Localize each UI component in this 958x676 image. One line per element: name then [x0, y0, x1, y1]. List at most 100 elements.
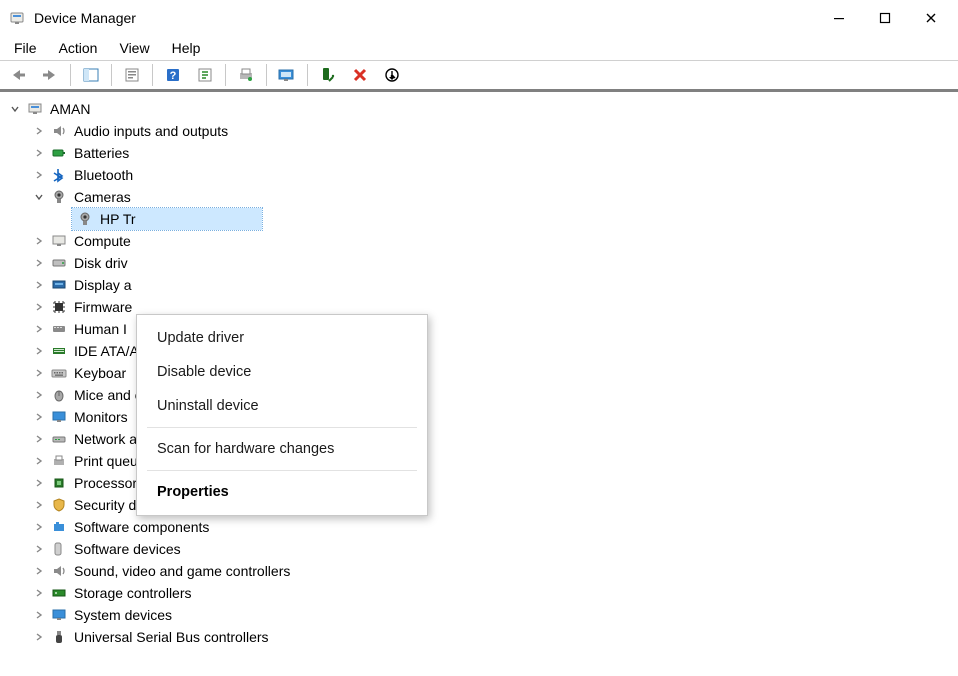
context-menu-properties[interactable]: Properties: [137, 475, 427, 509]
tree-root[interactable]: AMAN: [8, 98, 954, 120]
tree-node-swdev[interactable]: Software devices: [8, 538, 954, 560]
menu-help[interactable]: Help: [162, 38, 211, 58]
svg-text:?: ?: [170, 70, 177, 82]
network-icon: [50, 430, 68, 448]
chevron-right-icon[interactable]: [32, 146, 46, 160]
tree-node-label: Disk driv: [74, 252, 128, 274]
chevron-right-icon[interactable]: [32, 322, 46, 336]
tree-node-audio[interactable]: Audio inputs and outputs: [8, 120, 954, 142]
chevron-down-icon[interactable]: [8, 102, 22, 116]
chevron-right-icon[interactable]: [32, 454, 46, 468]
chevron-right-icon[interactable]: [32, 388, 46, 402]
tree-node-label: Audio inputs and outputs: [74, 120, 228, 142]
chevron-right-icon[interactable]: [32, 168, 46, 182]
maximize-button[interactable]: [862, 2, 908, 34]
tree-node-bluetooth[interactable]: Bluetooth: [8, 164, 954, 186]
storage-icon: [50, 584, 68, 602]
minimize-button[interactable]: [816, 2, 862, 34]
tree-node-label: Compute: [74, 230, 131, 252]
chevron-right-icon[interactable]: [32, 300, 46, 314]
window-title: Device Manager: [34, 10, 136, 26]
component-icon: [50, 518, 68, 536]
chevron-right-icon[interactable]: [32, 124, 46, 138]
tree-node-label: Batteries: [74, 142, 129, 164]
computer-icon: [50, 232, 68, 250]
context-menu-scan-hardware[interactable]: Scan for hardware changes: [137, 432, 427, 466]
ide-icon: [50, 342, 68, 360]
context-menu-separator: [147, 427, 417, 428]
softdevice-icon: [50, 540, 68, 558]
menu-bar: File Action View Help: [0, 36, 958, 60]
show-hide-console-tree-icon[interactable]: [77, 63, 105, 87]
context-menu: Update driver Disable device Uninstall d…: [136, 314, 428, 516]
tree-node-computer[interactable]: Compute: [8, 230, 954, 252]
chevron-right-icon[interactable]: [32, 542, 46, 556]
tree-node-storage[interactable]: Storage controllers: [8, 582, 954, 604]
tree-node-hp-camera[interactable]: HP Tr: [8, 208, 954, 230]
tree-node-batteries[interactable]: Batteries: [8, 142, 954, 164]
scan-hardware-toolbar-icon[interactable]: [378, 63, 406, 87]
nav-forward-icon[interactable]: [36, 63, 64, 87]
chevron-right-icon[interactable]: [32, 564, 46, 578]
tree-node-cameras[interactable]: Cameras: [8, 186, 954, 208]
chevron-right-icon[interactable]: [32, 410, 46, 424]
chevron-down-icon[interactable]: [32, 190, 46, 204]
update-driver-toolbar-icon[interactable]: [273, 63, 301, 87]
cpu-icon: [50, 474, 68, 492]
tree-node-display[interactable]: Display a: [8, 274, 954, 296]
nav-back-icon[interactable]: [4, 63, 32, 87]
speaker-icon: [50, 122, 68, 140]
context-menu-separator: [147, 470, 417, 471]
toolbar: ?: [0, 60, 958, 90]
chevron-right-icon[interactable]: [32, 344, 46, 358]
context-menu-disable-device[interactable]: Disable device: [137, 355, 427, 389]
refresh-toolbar-icon[interactable]: [191, 63, 219, 87]
tree-node-label: Display a: [74, 274, 132, 296]
chevron-right-icon[interactable]: [32, 256, 46, 270]
context-menu-uninstall-device[interactable]: Uninstall device: [137, 389, 427, 423]
tree-node-label: Firmware: [74, 296, 132, 318]
mouse-icon: [50, 386, 68, 404]
tree-node-swcomp[interactable]: Software components: [8, 516, 954, 538]
tree-node-label: Bluetooth: [74, 164, 133, 186]
chevron-right-icon[interactable]: [32, 432, 46, 446]
system-icon: [50, 606, 68, 624]
tree-node-usb[interactable]: Universal Serial Bus controllers: [8, 626, 954, 648]
display-icon: [50, 276, 68, 294]
title-bar: Device Manager: [0, 0, 958, 36]
close-button[interactable]: [908, 2, 954, 34]
printer-icon: [50, 452, 68, 470]
print-toolbar-icon[interactable]: [232, 63, 260, 87]
tree-node-label: Universal Serial Bus controllers: [74, 626, 269, 648]
chevron-right-icon[interactable]: [32, 608, 46, 622]
battery-icon: [50, 144, 68, 162]
tree-root-label: AMAN: [50, 98, 90, 120]
chevron-right-icon[interactable]: [32, 476, 46, 490]
chevron-right-icon[interactable]: [32, 630, 46, 644]
chevron-right-icon[interactable]: [32, 234, 46, 248]
tree-node-label: Keyboar: [74, 362, 126, 384]
tree-node-sound[interactable]: Sound, video and game controllers: [8, 560, 954, 582]
chevron-right-icon[interactable]: [32, 520, 46, 534]
tree-node-disk[interactable]: Disk driv: [8, 252, 954, 274]
enable-device-toolbar-icon[interactable]: [314, 63, 342, 87]
tree-node-system[interactable]: System devices: [8, 604, 954, 626]
chevron-right-icon[interactable]: [32, 278, 46, 292]
speaker-icon: [50, 562, 68, 580]
menu-file[interactable]: File: [4, 38, 47, 58]
tree-node-label: Storage controllers: [74, 582, 192, 604]
tree-node-label: Monitors: [74, 406, 128, 428]
tree-node-label: Sound, video and game controllers: [74, 560, 290, 582]
chevron-right-icon[interactable]: [32, 366, 46, 380]
chevron-right-icon[interactable]: [32, 498, 46, 512]
menu-action[interactable]: Action: [49, 38, 108, 58]
context-menu-update-driver[interactable]: Update driver: [137, 321, 427, 355]
properties-toolbar-icon[interactable]: [118, 63, 146, 87]
chevron-right-icon[interactable]: [32, 586, 46, 600]
tree-node-label: Software devices: [74, 538, 181, 560]
device-tree[interactable]: AMAN Audio inputs and outputs Batteries …: [0, 90, 958, 656]
keyboard-icon: [50, 364, 68, 382]
uninstall-device-toolbar-icon[interactable]: [346, 63, 374, 87]
menu-view[interactable]: View: [109, 38, 159, 58]
help-toolbar-icon[interactable]: ?: [159, 63, 187, 87]
